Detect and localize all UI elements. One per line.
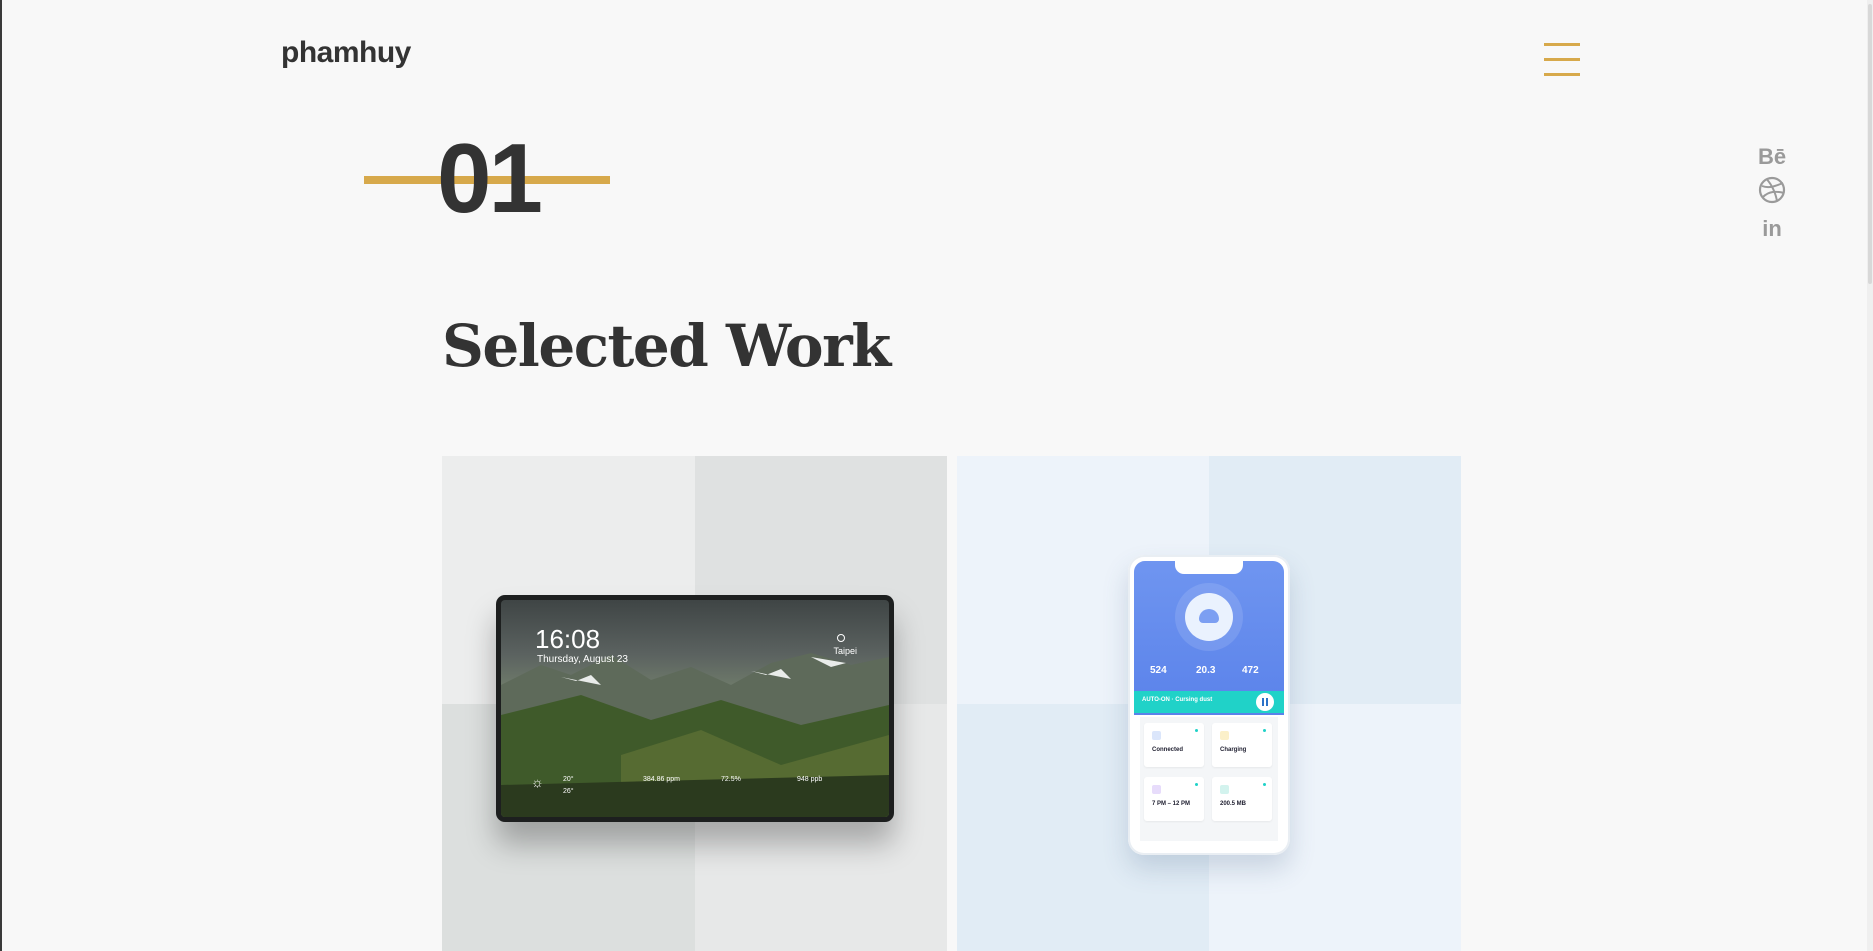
tvoc-reading: 948 ppb bbox=[797, 776, 823, 783]
pause-icon bbox=[1256, 693, 1274, 711]
project-card-phone[interactable]: 524 20.3 472 AUTO-ON · Cursing dust Conn… bbox=[957, 456, 1461, 951]
status-dot bbox=[1263, 783, 1266, 786]
humidity-reading: 72.5% bbox=[721, 776, 741, 783]
social-links: Bē in bbox=[1752, 142, 1792, 244]
phone-stat-value: 20.3 bbox=[1196, 665, 1216, 676]
behance-icon[interactable]: Bē bbox=[1752, 142, 1792, 172]
tablet-date: Thursday, August 23 bbox=[537, 654, 628, 665]
phone-tile: 7 PM – 12 PM bbox=[1144, 777, 1204, 821]
network-icon bbox=[1152, 731, 1161, 740]
co2-reading: 384.86 ppm bbox=[643, 776, 680, 783]
charging-icon bbox=[1220, 731, 1229, 740]
menu-icon-bar bbox=[1544, 58, 1580, 61]
linkedin-icon[interactable]: in bbox=[1752, 214, 1792, 244]
status-dot bbox=[1195, 783, 1198, 786]
phone-tile-label: Charging bbox=[1220, 747, 1247, 753]
menu-icon-bar bbox=[1544, 43, 1580, 46]
tablet-location: Taipei bbox=[833, 646, 857, 656]
menu-icon-bar bbox=[1544, 73, 1580, 76]
tablet-screen: 16:08 Thursday, August 23 Taipei ☼ 20° 2… bbox=[501, 600, 889, 817]
section-title: Selected Work bbox=[442, 312, 891, 380]
weather-low: 20° bbox=[563, 776, 574, 783]
sun-icon: ☼ bbox=[531, 774, 544, 790]
phone-stat-value: 524 bbox=[1150, 665, 1167, 676]
robot-orb-icon bbox=[1185, 593, 1233, 641]
phone-banner-text: AUTO-ON · Cursing dust bbox=[1142, 697, 1213, 703]
section-number: 01 bbox=[437, 123, 543, 233]
hamburger-menu-button[interactable] bbox=[1544, 43, 1580, 77]
section-number-block: 01 bbox=[364, 128, 610, 228]
phone-tile-grid: Connected Charging 7 PM – 12 PM 200.5 MB bbox=[1140, 717, 1278, 841]
project-card-tablet[interactable]: 16:08 Thursday, August 23 Taipei ☼ 20° 2… bbox=[442, 456, 947, 951]
weather-high: 26° bbox=[563, 788, 574, 795]
phone-tile: 200.5 MB bbox=[1212, 777, 1272, 821]
tablet-mockup: 16:08 Thursday, August 23 Taipei ☼ 20° 2… bbox=[496, 595, 894, 822]
phone-mockup: 524 20.3 472 AUTO-ON · Cursing dust Conn… bbox=[1128, 555, 1290, 855]
phone-tile-label: 7 PM – 12 PM bbox=[1152, 801, 1191, 807]
phone-tile: Charging bbox=[1212, 723, 1272, 767]
tablet-clock: 16:08 bbox=[535, 624, 601, 654]
dribbble-icon[interactable] bbox=[1752, 172, 1792, 214]
location-pin-icon bbox=[837, 634, 845, 642]
page-left-border bbox=[0, 0, 2, 951]
phone-tile-label: Connected bbox=[1152, 747, 1184, 753]
phone-stat-value: 472 bbox=[1242, 665, 1259, 676]
scrollbar-thumb[interactable] bbox=[1868, 4, 1872, 284]
phone-tile: Connected bbox=[1144, 723, 1204, 767]
status-dot bbox=[1263, 729, 1266, 732]
phone-header-panel: 524 20.3 472 AUTO-ON · Cursing dust bbox=[1134, 561, 1284, 715]
tablet-info-bar: ☼ 20° 26° 384.86 ppm 72.5% 948 ppb bbox=[531, 775, 859, 803]
phone-stats-row: 524 20.3 472 bbox=[1134, 665, 1284, 685]
status-dot bbox=[1195, 729, 1198, 732]
phone-tile-label: 200.5 MB bbox=[1220, 801, 1247, 807]
calendar-icon bbox=[1152, 785, 1161, 794]
phone-notch bbox=[1175, 561, 1243, 574]
data-icon bbox=[1220, 785, 1229, 794]
page-scrollbar[interactable] bbox=[1867, 0, 1873, 951]
site-logo[interactable]: phamhuy bbox=[281, 36, 411, 70]
phone-status-banner: AUTO-ON · Cursing dust bbox=[1134, 691, 1284, 713]
